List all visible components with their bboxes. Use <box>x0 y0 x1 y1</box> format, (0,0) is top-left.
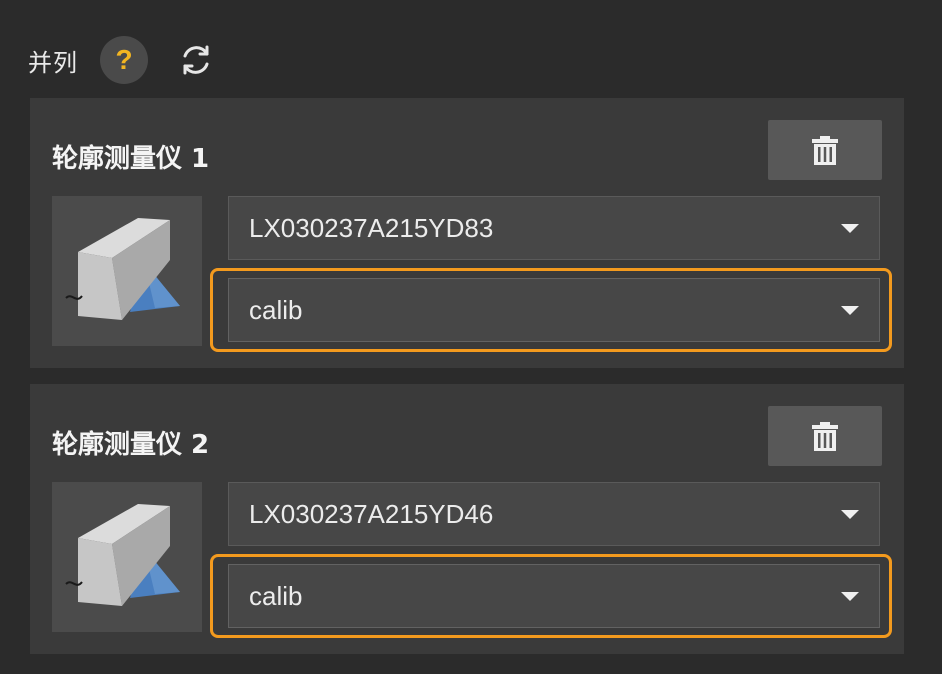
delete-profiler-button[interactable] <box>768 120 882 180</box>
chevron-down-icon <box>841 223 859 233</box>
profiler-title: 轮廓测量仪 1 <box>52 144 210 174</box>
trash-icon <box>812 136 838 165</box>
serial-number-select[interactable]: LX030237A215YD46 <box>228 482 880 546</box>
profiler-thumbnail <box>52 482 202 632</box>
header: 并列 ? <box>28 36 216 84</box>
profiler-thumbnail <box>52 196 202 346</box>
question-mark-icon: ? <box>115 44 133 75</box>
profiler-card-1: 轮廓测量仪 1 LX030237A215YD83 calib <box>30 98 904 368</box>
refresh-button[interactable] <box>176 40 216 80</box>
delete-profiler-button[interactable] <box>768 406 882 466</box>
serial-number-value: LX030237A215YD83 <box>249 212 494 243</box>
parallel-label: 并列 <box>28 48 78 77</box>
profiler-card-2: 轮廓测量仪 2 LX030237A215YD46 calib <box>30 384 904 654</box>
config-value: calib <box>249 580 303 611</box>
config-value: calib <box>249 294 303 325</box>
laser-profiler-icon <box>65 218 180 320</box>
config-select[interactable]: calib <box>228 564 880 628</box>
serial-number-value: LX030237A215YD46 <box>249 498 494 529</box>
trash-icon <box>812 422 838 451</box>
help-button[interactable]: ? <box>100 36 148 84</box>
chevron-down-icon <box>841 591 859 601</box>
serial-number-select[interactable]: LX030237A215YD83 <box>228 196 880 260</box>
config-select[interactable]: calib <box>228 278 880 342</box>
refresh-icon <box>183 45 209 75</box>
chevron-down-icon <box>841 509 859 519</box>
laser-profiler-icon <box>65 504 180 606</box>
chevron-down-icon <box>841 305 859 315</box>
profiler-title: 轮廓测量仪 2 <box>52 430 210 460</box>
